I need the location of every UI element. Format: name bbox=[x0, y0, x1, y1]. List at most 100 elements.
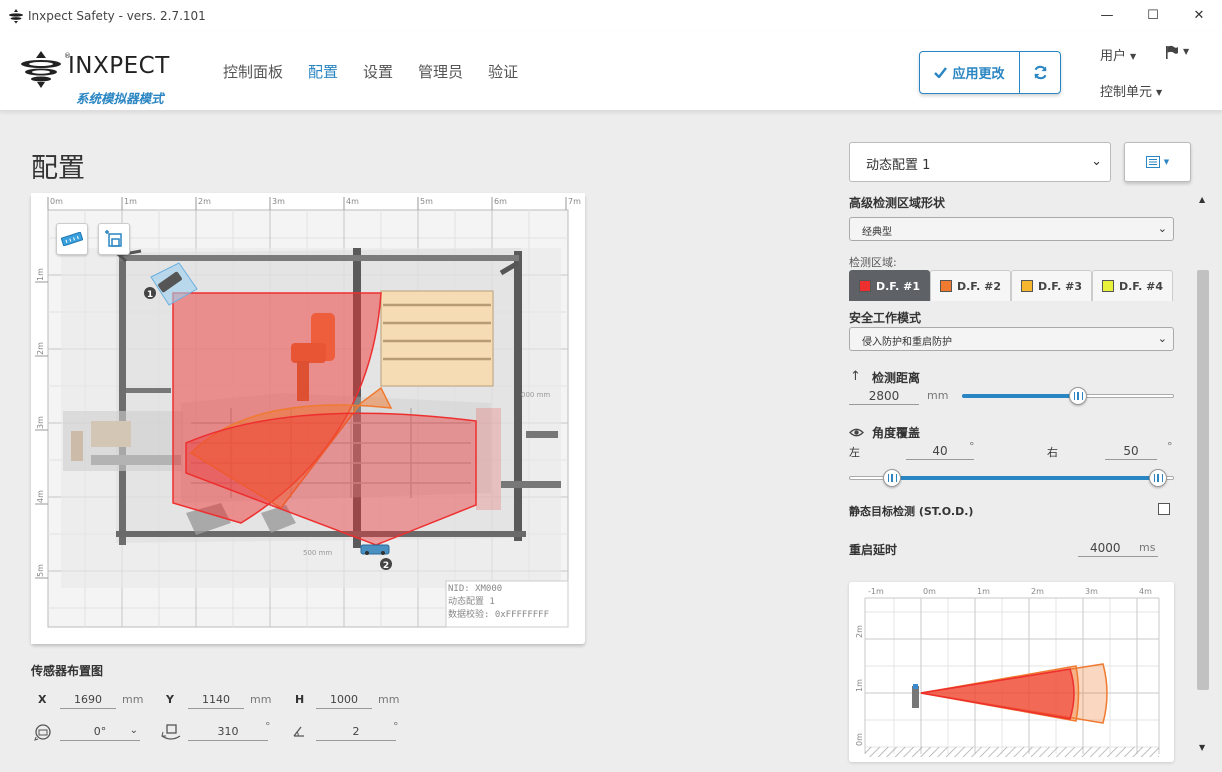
rotation-select[interactable]: 0° ⌄ bbox=[60, 725, 140, 741]
caret-down-icon: ▼ bbox=[1183, 47, 1190, 56]
x-label: X bbox=[38, 693, 47, 706]
ruler-x-7: 7m bbox=[568, 197, 581, 206]
inclination-input[interactable]: 2 bbox=[316, 725, 396, 741]
distance-slider-thumb[interactable] bbox=[1069, 387, 1087, 405]
distance-input[interactable]: 2800 bbox=[849, 389, 919, 405]
df1-color-swatch bbox=[858, 280, 871, 292]
right-angle-unit: ° bbox=[1167, 440, 1173, 453]
room-map[interactable]: 1 2 000 mm 500 mm 0m 1m 2m 3m 4m 5m 6m 7… bbox=[31, 193, 585, 644]
ruler-y-5: 5m bbox=[36, 564, 45, 577]
preview-ruler-x-3: 2m bbox=[1031, 587, 1044, 596]
ruler-y-3: 3m bbox=[36, 416, 45, 429]
stod-label: 静态目标检测 (ST.O.D.) bbox=[849, 505, 974, 518]
shape-select[interactable]: 经典型 ⌄ bbox=[849, 217, 1174, 241]
fields-label: 检测区域: bbox=[849, 256, 897, 269]
user-menu[interactable]: 用户 ▼ bbox=[1100, 45, 1136, 64]
profile-select-value: 动态配置 1 bbox=[866, 158, 931, 173]
refresh-button[interactable] bbox=[1020, 52, 1060, 93]
add-object-button[interactable] bbox=[98, 223, 130, 255]
ruler-x-1: 1m bbox=[124, 197, 137, 206]
list-icon bbox=[1145, 156, 1160, 168]
profile-list-button[interactable]: ▼ bbox=[1124, 142, 1191, 182]
map-info-nid: NID: XM000 bbox=[448, 584, 503, 594]
x-unit: mm bbox=[122, 693, 144, 706]
ruler-icon bbox=[61, 232, 83, 246]
rotation-value: 0° bbox=[93, 725, 107, 738]
tab-df4-label: D.F. #4 bbox=[1118, 279, 1164, 293]
tab-df2[interactable]: D.F. #2 bbox=[930, 270, 1011, 301]
sensor-2-number: 2 bbox=[383, 561, 389, 571]
left-label: 左 bbox=[849, 446, 860, 459]
minimize-button[interactable]: — bbox=[1084, 0, 1130, 31]
mode-select[interactable]: 侵入防护和重启防护 ⌄ bbox=[849, 327, 1174, 351]
preview-ruler-x-2: 1m bbox=[977, 587, 990, 596]
distance-label: 检测距离 bbox=[872, 371, 921, 385]
control-unit-label: 控制单元 bbox=[1100, 85, 1153, 100]
y-label: Y bbox=[166, 693, 174, 706]
restart-label: 重启延时 bbox=[849, 543, 898, 557]
map-info-checksum: 数据校验: 0xFFFFFFFF bbox=[448, 610, 550, 620]
angle-slider-right-thumb[interactable] bbox=[1149, 469, 1167, 487]
rotation-icon bbox=[34, 724, 51, 741]
nav-configuration[interactable]: 配置 bbox=[308, 61, 338, 82]
nav-validation[interactable]: 验证 bbox=[488, 61, 518, 82]
caret-down-icon: ▼ bbox=[1156, 88, 1163, 97]
simulator-mode-label: 系统模拟器模式 bbox=[76, 91, 164, 106]
flag-icon bbox=[1166, 45, 1178, 59]
refresh-icon bbox=[1033, 65, 1047, 80]
right-panel-scrollbar[interactable]: ▲ ▼ bbox=[1197, 195, 1211, 759]
brand-name: INXPECT bbox=[68, 53, 170, 79]
close-button[interactable]: ✕ bbox=[1176, 0, 1222, 31]
stod-checkbox[interactable] bbox=[1158, 503, 1170, 515]
tab-df1[interactable]: D.F. #1 bbox=[849, 270, 930, 301]
tilt-unit: ° bbox=[265, 720, 271, 733]
tab-df3-label: D.F. #3 bbox=[1037, 279, 1083, 293]
preview-ruler-x-4: 3m bbox=[1085, 587, 1098, 596]
nav-admin[interactable]: 管理员 bbox=[418, 61, 463, 82]
profile-select[interactable]: 动态配置 1 ⌄ bbox=[849, 142, 1111, 182]
df2-color-swatch bbox=[939, 280, 952, 292]
mode-select-value: 侵入防护和重启防护 bbox=[862, 337, 952, 348]
apply-changes-label: 应用更改 bbox=[952, 67, 1005, 82]
ruler-y-1: 1m bbox=[36, 268, 45, 281]
tilt-input[interactable]: 310 bbox=[188, 725, 268, 741]
scroll-up-icon[interactable]: ▲ bbox=[1199, 195, 1205, 204]
left-angle-input[interactable]: 40 bbox=[906, 444, 974, 460]
map-info-box: NID: XM000 动态配置 1 数据校验: 0xFFFFFFFF bbox=[448, 583, 549, 622]
right-angle-input[interactable]: 50 bbox=[1105, 444, 1157, 460]
dimension-label-1: 000 mm bbox=[521, 391, 550, 399]
tab-df2-label: D.F. #2 bbox=[956, 279, 1002, 293]
apply-changes-button[interactable]: 应用更改 bbox=[920, 52, 1020, 93]
caret-down-icon: ▼ bbox=[1130, 52, 1137, 61]
room-map-card: 1 2 000 mm 500 mm 0m 1m 2m 3m 4m 5m 6m 7… bbox=[31, 193, 585, 644]
shape-label: 高级检测区域形状 bbox=[849, 196, 946, 210]
tab-df4[interactable]: D.F. #4 bbox=[1092, 270, 1173, 301]
inclination-unit: ° bbox=[393, 720, 399, 733]
nav-settings[interactable]: 设置 bbox=[363, 61, 393, 82]
x-input[interactable]: 1690 bbox=[60, 693, 116, 709]
df3-color-swatch bbox=[1020, 280, 1033, 292]
preview-ruler-y-1: 1m bbox=[855, 679, 864, 692]
preview-ruler-y-0: 2m bbox=[855, 625, 864, 638]
left-angle-unit: ° bbox=[969, 440, 975, 453]
preview-ruler-x-1: 0m bbox=[923, 587, 936, 596]
scrollbar-thumb[interactable] bbox=[1197, 270, 1209, 690]
h-input[interactable]: 1000 bbox=[316, 693, 372, 709]
preview-ruler-x-5: 4m bbox=[1139, 587, 1152, 596]
nav-dashboard[interactable]: 控制面板 bbox=[223, 61, 283, 82]
language-menu[interactable]: ▼ bbox=[1165, 44, 1189, 59]
ruler-x-2: 2m bbox=[198, 197, 211, 206]
tab-df3[interactable]: D.F. #3 bbox=[1011, 270, 1092, 301]
chevron-down-icon: ⌄ bbox=[1157, 222, 1167, 235]
map-info-profile: 动态配置 1 bbox=[448, 597, 495, 607]
y-input[interactable]: 1140 bbox=[188, 693, 244, 709]
scroll-down-icon[interactable]: ▼ bbox=[1199, 743, 1205, 752]
measure-tool-button[interactable] bbox=[56, 223, 88, 255]
h-unit: mm bbox=[378, 693, 400, 706]
maximize-button[interactable]: ☐ bbox=[1130, 0, 1176, 31]
dimension-label-2: 500 mm bbox=[303, 549, 332, 557]
control-unit-menu[interactable]: 控制单元 ▼ bbox=[1100, 81, 1162, 100]
angle-slider-fill bbox=[892, 476, 1158, 480]
angle-slider-left-thumb[interactable] bbox=[883, 469, 901, 487]
app-logo-icon bbox=[9, 8, 23, 23]
